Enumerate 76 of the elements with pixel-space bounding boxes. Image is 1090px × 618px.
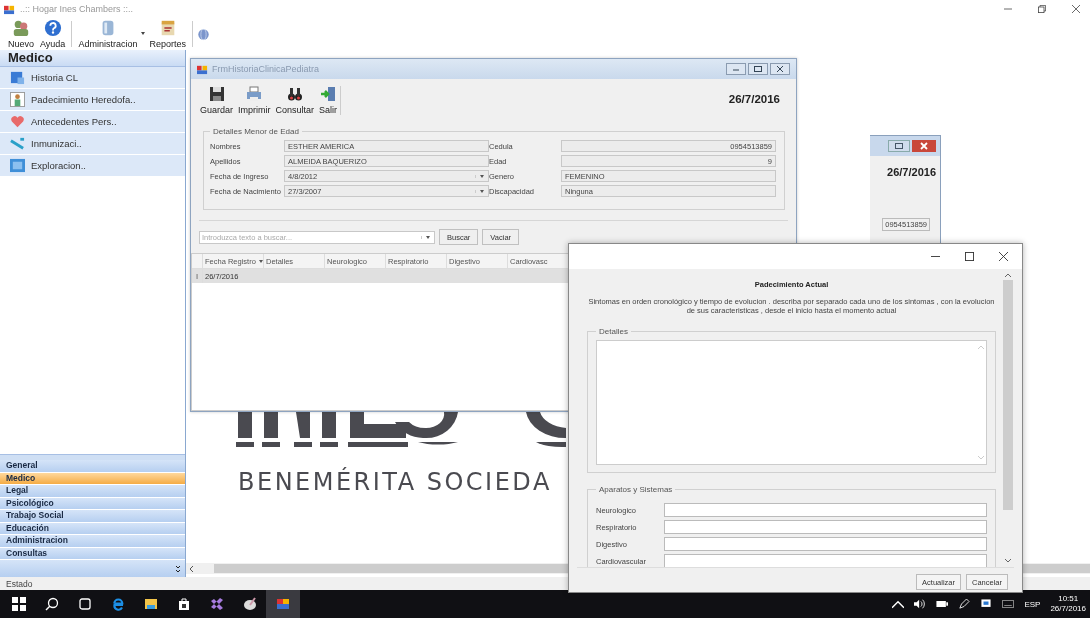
sort-icon	[258, 259, 263, 263]
restore-icon[interactable]	[1038, 5, 1046, 13]
ribbon-icon[interactable]	[210, 597, 224, 611]
scroll-down-icon[interactable]	[1005, 559, 1011, 563]
clock-time[interactable]: 10:51	[1058, 594, 1079, 604]
maximize-icon[interactable]	[965, 252, 974, 261]
exit-door-icon	[320, 86, 337, 102]
toolbar-button[interactable]: Administracion	[76, 19, 140, 49]
close-icon[interactable]	[770, 63, 790, 75]
speaker-icon[interactable]	[914, 599, 927, 609]
browser-e-icon[interactable]	[111, 597, 125, 611]
people-icon	[12, 19, 30, 37]
folder-icon[interactable]	[144, 597, 158, 611]
navigation-group[interactable]: Trabajo Social	[0, 510, 185, 523]
language-indicator[interactable]: ESP	[1024, 599, 1041, 609]
input-field[interactable]	[664, 503, 987, 517]
screen-icon	[10, 158, 25, 173]
battery-icon[interactable]	[936, 599, 949, 609]
search-icon[interactable]	[45, 597, 59, 611]
window-title: ..:: Hogar Ines Chambers ::..	[20, 4, 134, 14]
sidebar-item[interactable]: Historia CL	[0, 67, 185, 89]
shopping-bag-icon[interactable]	[177, 597, 191, 611]
windows-start-icon[interactable]	[12, 597, 26, 611]
input-field[interactable]	[664, 537, 987, 551]
toolbar-button[interactable]: Guardar	[199, 86, 235, 115]
notification-icon[interactable]	[980, 599, 993, 609]
group-title: Detalles Menor de Edad	[212, 127, 300, 136]
date-label: 26/7/2016	[728, 93, 780, 105]
task-view-icon[interactable]	[78, 597, 92, 611]
navigation-group[interactable]: General	[0, 460, 185, 473]
navigation-group[interactable]: Administracion	[0, 535, 185, 548]
maximize-icon[interactable]	[888, 140, 910, 152]
toolbar-button[interactable]: Consultar	[274, 86, 316, 115]
group-title: Detalles	[598, 327, 629, 336]
printer-icon	[246, 86, 263, 102]
app-icon[interactable]	[276, 597, 290, 611]
close-icon[interactable]	[999, 252, 1008, 261]
status-text: Estado	[6, 578, 33, 589]
heart-icon	[10, 114, 25, 129]
close-icon[interactable]	[912, 140, 936, 152]
toolbar-button[interactable]: Ayuda	[38, 19, 68, 49]
logo-subtitle: BENEMÉRITA SOCIEDA	[238, 468, 552, 496]
scroll-up-icon[interactable]	[1005, 273, 1011, 277]
doctor-icon	[10, 92, 25, 107]
caret-icon[interactable]	[141, 32, 146, 35]
maximize-icon[interactable]	[748, 63, 768, 75]
sidebar-item[interactable]: Padecimiento Heredofa..	[0, 89, 185, 111]
sidebar-item[interactable]: Exploracion..	[0, 155, 185, 177]
navigation-group[interactable]: Legal	[0, 485, 185, 498]
syringe-icon	[10, 136, 25, 151]
input-field[interactable]	[664, 520, 987, 534]
toolbar-button[interactable]: Nuevo	[6, 19, 36, 49]
input-field[interactable]	[664, 554, 987, 567]
chevron-up-icon[interactable]	[892, 599, 905, 609]
folder-icon	[10, 70, 25, 85]
app-icon	[4, 3, 15, 15]
toolbar-button[interactable]: Imprimir	[237, 86, 272, 115]
sidebar-header: Medico	[0, 50, 185, 67]
help-icon	[43, 19, 62, 37]
scroll-left-icon[interactable]	[190, 565, 194, 572]
close-icon[interactable]	[1072, 5, 1080, 13]
clock-date[interactable]: 26/7/2016	[1050, 604, 1086, 614]
pen-icon[interactable]	[958, 599, 971, 609]
date-label: 26/7/2016	[887, 166, 936, 178]
sidebar-item[interactable]: Inmunizaci..	[0, 133, 185, 155]
app-icon	[197, 63, 208, 75]
paint-icon[interactable]	[243, 597, 257, 611]
chevron-icon[interactable]	[175, 564, 181, 573]
binoculars-icon	[286, 86, 303, 102]
group-title: Aparatos y Sistemas	[598, 485, 674, 494]
toolbar-button[interactable]: Salir	[318, 86, 339, 115]
toolbar-button[interactable]: Reportes	[147, 19, 188, 49]
globe-icon[interactable]	[196, 27, 210, 41]
window-title: FrmHistoriaClinicaPediatra	[212, 64, 320, 74]
keyboard-icon[interactable]	[1002, 599, 1015, 609]
sidebar-item[interactable]: Antecedentes Pers..	[0, 111, 185, 133]
